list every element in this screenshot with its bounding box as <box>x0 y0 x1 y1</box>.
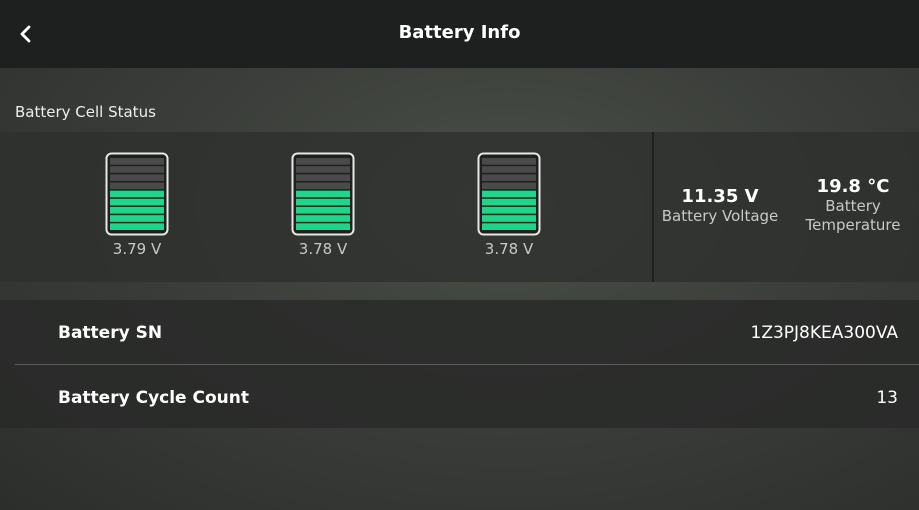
cell-segment-empty <box>482 166 536 173</box>
cell-voltage: 3.78 V <box>484 240 534 258</box>
cell-segment-filled <box>110 215 164 222</box>
battery-voltage-metric: 11.35 V Battery Voltage <box>656 186 784 226</box>
battery-sn-row: Battery SN 1Z3PJ8KEA300VA <box>15 300 919 364</box>
battery-temperature-label-line2: Temperature <box>805 216 901 234</box>
cell-segment-empty <box>110 166 164 173</box>
cell-segment-empty <box>482 158 536 165</box>
battery-cell-icon <box>477 152 541 236</box>
cell-segment-filled <box>110 198 164 206</box>
cell-segment-filled <box>296 190 350 198</box>
battery-cell-icon <box>105 152 169 236</box>
battery-info-panel: Battery SN 1Z3PJ8KEA300VA Battery Cycle … <box>0 300 919 428</box>
cell-segment-empty <box>296 182 350 190</box>
panel-divider <box>652 132 654 282</box>
battery-cell-1: 3.79 V <box>105 152 169 258</box>
battery-cycle-value: 13 <box>876 388 898 408</box>
battery-voltage-label: Battery Voltage <box>661 207 779 225</box>
cell-segment-empty <box>110 182 164 190</box>
cell-segment-empty <box>110 158 164 165</box>
cell-segment-empty <box>482 174 536 181</box>
battery-temperature-value: 19.8 °C <box>816 176 890 197</box>
cell-segment-filled <box>110 190 164 198</box>
cell-segment-filled <box>296 215 350 222</box>
battery-cycle-label: Battery Cycle Count <box>58 388 249 408</box>
battery-temperature-label-line1: Battery <box>825 197 881 215</box>
page-title: Battery Info <box>398 22 521 43</box>
cell-segment-filled <box>296 223 350 230</box>
battery-sn-value: 1Z3PJ8KEA300VA <box>750 323 899 343</box>
cell-status-section-label: Battery Cell Status <box>15 103 156 121</box>
battery-temperature-metric: 19.8 °C Battery Temperature <box>798 176 908 235</box>
cell-segment-filled <box>110 207 164 214</box>
cell-segment-filled <box>482 207 536 214</box>
cell-segment-empty <box>296 158 350 165</box>
cell-segment-empty <box>296 174 350 181</box>
battery-sn-label: Battery SN <box>58 323 163 343</box>
cell-voltage: 3.78 V <box>298 240 348 258</box>
cell-status-panel: 3.79 V 3.78 V 3.78 V 11.35 V Battery Vol… <box>0 132 919 282</box>
battery-cycle-row: Battery Cycle Count 13 <box>15 365 919 429</box>
battery-cell-3: 3.78 V <box>477 152 541 258</box>
battery-cell-icon <box>291 152 355 236</box>
cell-segment-filled <box>482 223 536 230</box>
cell-segment-filled <box>482 215 536 222</box>
cell-segment-filled <box>110 223 164 230</box>
cell-voltage: 3.79 V <box>112 240 162 258</box>
battery-voltage-value: 11.35 V <box>681 186 759 207</box>
cell-segment-empty <box>110 174 164 181</box>
cell-segment-filled <box>482 198 536 206</box>
cell-segment-filled <box>296 207 350 214</box>
top-bar: Battery Info <box>0 0 919 68</box>
battery-cell-2: 3.78 V <box>291 152 355 258</box>
cell-segment-empty <box>296 166 350 173</box>
cell-segment-empty <box>482 182 536 190</box>
cell-segment-filled <box>482 190 536 198</box>
cell-segment-filled <box>296 198 350 206</box>
